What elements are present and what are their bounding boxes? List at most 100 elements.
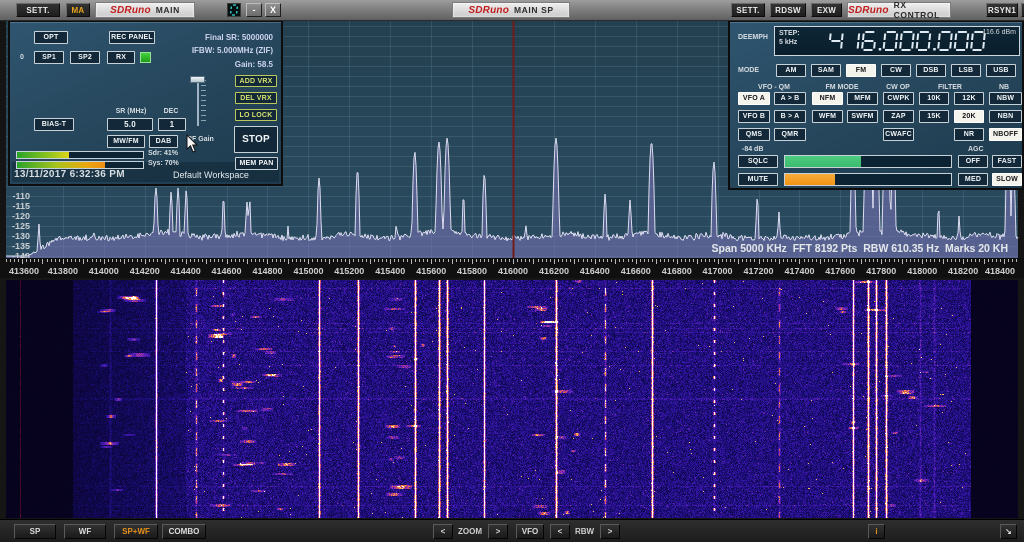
main-settings-button[interactable]: SETT. [16, 3, 60, 17]
mode-label: MODE [738, 67, 759, 74]
exw-button[interactable]: EXW [811, 3, 842, 17]
sdruno-logo: SDRuno [110, 4, 151, 16]
a-b-button[interactable]: A > B [774, 92, 806, 105]
mem-pan-button[interactable]: MEM PAN [235, 157, 278, 170]
stop-button[interactable]: STOP [234, 126, 278, 153]
12k-button[interactable]: 12K [954, 92, 984, 105]
mfm-button[interactable]: MFM [847, 92, 878, 105]
mute-button[interactable]: MUTE [738, 173, 778, 186]
deemph-label: DEEMPH [738, 34, 768, 41]
qmr-button[interactable]: QMR [774, 128, 806, 141]
sp1-button[interactable]: SP1 [34, 51, 64, 64]
bias-t-button[interactable]: BIAS-T [34, 118, 74, 131]
add-vrx-button[interactable]: ADD VRX [235, 75, 277, 87]
header-fm-mode: FM MODE [825, 84, 859, 91]
view-wf-button[interactable]: WF [64, 524, 106, 539]
10k-button[interactable]: 10K [919, 92, 949, 105]
rbw-up-button[interactable]: > [600, 524, 620, 539]
rx-button[interactable]: RX [107, 51, 135, 64]
info-button[interactable]: i [868, 524, 885, 539]
resize-corner-icon[interactable]: ↘ [1000, 524, 1017, 539]
rec-panel-button[interactable]: REC PANEL [109, 31, 155, 44]
sr-value-box[interactable]: 5.0 [107, 118, 153, 131]
mode-dsb-button[interactable]: DSB [916, 64, 946, 77]
header-vfo-qm: VFO - QM [758, 84, 790, 91]
zoom-in-button[interactable]: > [488, 524, 508, 539]
rx-control-panel: DEEMPH STEP: 5 kHz -116.6 dBm MODE AM SAM… [728, 20, 1024, 190]
zoom-out-button[interactable]: < [433, 524, 453, 539]
agc-med-button[interactable]: MED [958, 173, 988, 186]
vrx-digit-canvas [229, 4, 239, 16]
mode-usb-button[interactable]: USB [986, 64, 1016, 77]
cwpk-button[interactable]: CWPK [883, 92, 914, 105]
nbw-button[interactable]: NBW [989, 92, 1022, 105]
20k-button[interactable]: 20K [954, 110, 984, 123]
dec-value-box[interactable]: 1 [158, 118, 186, 131]
opt-button[interactable]: OPT [34, 31, 68, 44]
nr-button[interactable]: NR [954, 128, 984, 141]
vfo-b-button[interactable]: VFO B [738, 110, 770, 123]
close-icon[interactable]: X [265, 3, 281, 17]
rf-gain-slider-thumb[interactable] [190, 76, 205, 83]
slider-tick [201, 120, 206, 121]
mouse-cursor [186, 134, 199, 153]
dab-button[interactable]: DAB [149, 135, 178, 148]
agc-fast-button[interactable]: FAST [992, 155, 1022, 168]
sqlc-button[interactable]: SQLC [738, 155, 778, 168]
vfo-a-button[interactable]: VFO A [738, 92, 770, 105]
slider-tick [201, 85, 206, 86]
15k-button[interactable]: 15K [919, 110, 949, 123]
sr-label: SR (MHz) [115, 108, 147, 115]
vfo-button[interactable]: VFO [516, 524, 544, 539]
del-vrx-button[interactable]: DEL VRX [235, 92, 277, 104]
squelch-level-label: -84 dB [742, 146, 764, 153]
agc-off-button[interactable]: OFF [958, 155, 988, 168]
view-spwf-button[interactable]: SP+WF [114, 524, 158, 539]
main-window-title: SDRuno MAIN [95, 2, 195, 18]
minimize-button[interactable]: - [246, 3, 262, 17]
step-label: STEP: [779, 30, 800, 37]
agc-slow-button[interactable]: SLOW [992, 173, 1022, 186]
view-sp-button[interactable]: SP [14, 524, 56, 539]
waterfall-display[interactable] [6, 280, 1018, 518]
slider-tick [201, 95, 206, 96]
mode-am-button[interactable]: AM [776, 64, 806, 77]
main-panel: OPT REC PANEL 0 SP1 SP2 RX Final SR: 500… [8, 20, 283, 186]
slider-tick [201, 90, 206, 91]
swfm-button[interactable]: SWFM [847, 110, 878, 123]
rf-gain-slider-track [197, 78, 199, 126]
sys-usage-bar [16, 161, 144, 169]
workspace-status: Default Workspace [173, 170, 249, 180]
frequency-display[interactable]: STEP: 5 kHz -116.6 dBm [774, 26, 1020, 56]
slider-tick [201, 115, 206, 116]
sdr-usage-bar [16, 151, 144, 159]
nfm-button[interactable]: NFM [812, 92, 843, 105]
rbw-down-button[interactable]: < [550, 524, 570, 539]
view-combo-button[interactable]: COMBO [162, 524, 206, 539]
qms-button[interactable]: QMS [738, 128, 770, 141]
signal-level-dbm: -116.6 dBm [980, 29, 1016, 36]
mode-fm-button[interactable]: FM [846, 64, 876, 77]
sp2-button[interactable]: SP2 [70, 51, 100, 64]
lo-lock-button[interactable]: LO LOCK [235, 109, 277, 121]
sdruno-app: SETT. MA SDRuno MAIN - X SDRuno MAIN SP … [0, 0, 1024, 542]
nboff-button[interactable]: NBOFF [989, 128, 1022, 141]
rsyn1-button[interactable]: RSYN1 [986, 3, 1018, 17]
main-ma-button[interactable]: MA [66, 3, 90, 17]
wfm-button[interactable]: WFM [812, 110, 843, 123]
rx-led-indicator [140, 52, 151, 63]
rbw-label: RBW [575, 527, 595, 536]
cwafc-button[interactable]: CWAFC [883, 128, 914, 141]
agc-label: AGC [968, 146, 984, 153]
nbn-button[interactable]: NBN [989, 110, 1022, 123]
mode-sam-button[interactable]: SAM [811, 64, 841, 77]
b-a-button[interactable]: B > A [774, 110, 806, 123]
mw-fm-button[interactable]: MW/FM [107, 135, 145, 148]
mode-lsb-button[interactable]: LSB [951, 64, 981, 77]
zap-button[interactable]: ZAP [883, 110, 914, 123]
sdruno-logo: SDRuno [468, 4, 509, 16]
rx-settings-button[interactable]: SETT. [731, 3, 765, 17]
header-cw-op: CW OP [886, 84, 910, 91]
rdsw-button[interactable]: RDSW [770, 3, 806, 17]
mode-cw-button[interactable]: CW [881, 64, 911, 77]
